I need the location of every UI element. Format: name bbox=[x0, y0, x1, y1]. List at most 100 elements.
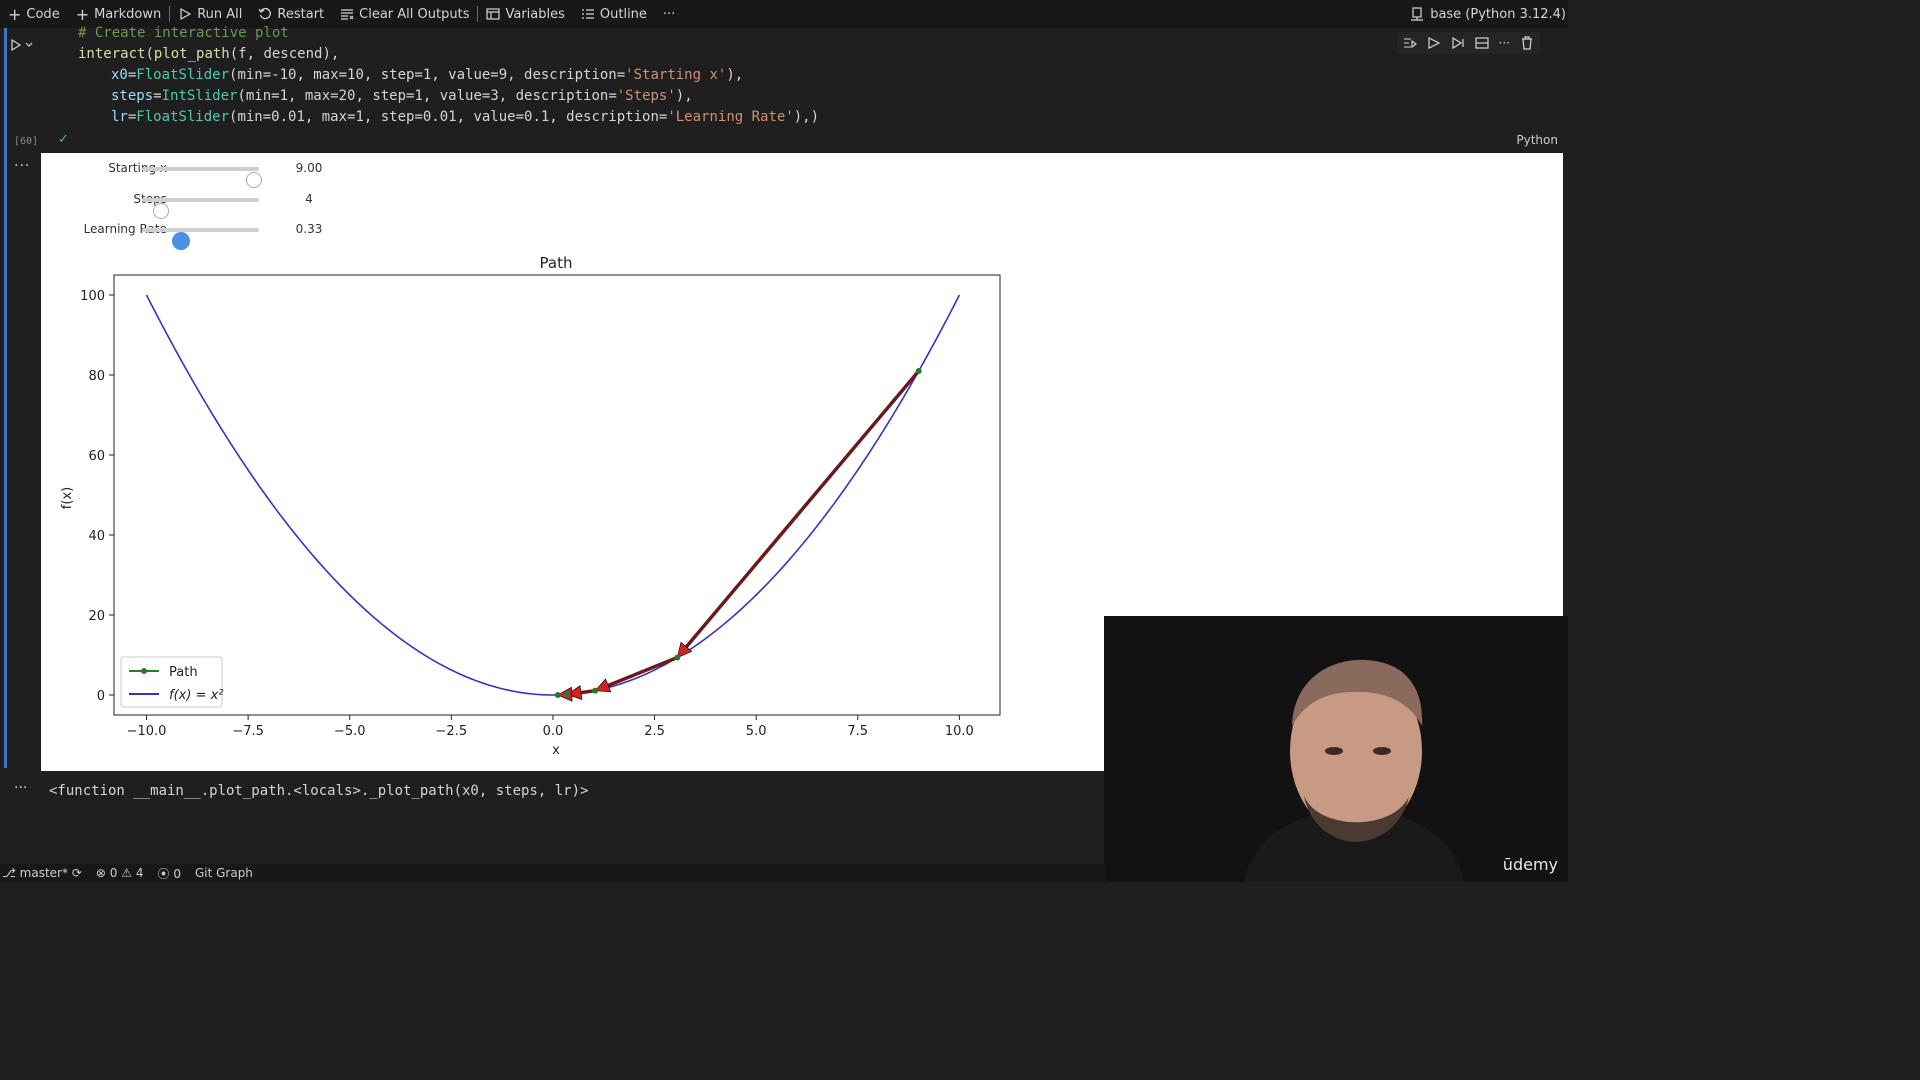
cell-toolbar: ··· bbox=[1396, 32, 1540, 54]
clear-all-outputs-button[interactable]: Clear All Outputs bbox=[332, 0, 477, 28]
x-axis-label: x bbox=[552, 743, 560, 758]
code-token: plot_path bbox=[153, 46, 230, 62]
kernel-picker[interactable]: base (Python 3.12.4) bbox=[1410, 0, 1566, 28]
x-tick-label: 10.0 bbox=[945, 724, 974, 739]
x-tick-label: 5.0 bbox=[746, 724, 767, 739]
function-repr-output: <function __main__.plot_path.<locals>._p… bbox=[49, 783, 589, 799]
steps-slider[interactable]: Steps 4 bbox=[41, 188, 341, 219]
run-by-line-icon[interactable] bbox=[1403, 36, 1417, 50]
x-tick-label: 0.0 bbox=[543, 724, 564, 739]
plus-icon: + bbox=[8, 4, 22, 24]
plus-icon: + bbox=[75, 4, 90, 24]
warning-icon: ⚠ bbox=[121, 866, 132, 880]
ports-count: 0 bbox=[173, 866, 181, 881]
kernel-icon bbox=[1411, 7, 1424, 21]
add-code-label: Code bbox=[26, 6, 60, 22]
list-icon bbox=[581, 9, 594, 19]
broadcast-icon: ⦿ bbox=[157, 866, 170, 881]
presenter-video bbox=[1104, 616, 1568, 882]
x-tick-label: 2.5 bbox=[644, 724, 665, 739]
clear-outputs-label: Clear All Outputs bbox=[359, 6, 470, 22]
learning-rate-slider[interactable]: Learning Rate 0.33 bbox=[41, 218, 341, 250]
run-all-button[interactable]: Run All bbox=[170, 0, 250, 28]
y-tick-label: 40 bbox=[88, 529, 105, 544]
code-token: (min=0.01, max=1, step=0.01, value=0.1, … bbox=[229, 109, 668, 125]
output-menu-icon[interactable]: ··· bbox=[14, 158, 30, 174]
starting-x-slider[interactable]: Starting x 9.00 bbox=[41, 157, 341, 188]
error-count: 0 bbox=[109, 866, 118, 880]
slider-track[interactable] bbox=[142, 228, 259, 250]
code-token: 'Steps' bbox=[616, 88, 676, 104]
cell-language[interactable]: Python bbox=[1516, 133, 1558, 147]
plot-frame bbox=[113, 274, 1001, 716]
split-cell-icon[interactable] bbox=[1474, 36, 1489, 50]
code-line-4: steps=IntSlider(min=1, max=20, step=1, v… bbox=[111, 88, 693, 104]
output-menu-icon[interactable]: ··· bbox=[14, 780, 27, 796]
run-cell-button[interactable] bbox=[10, 36, 40, 54]
variables-icon bbox=[486, 8, 501, 20]
warning-count: 4 bbox=[135, 866, 144, 880]
execution-count: [60] bbox=[14, 136, 39, 147]
slider-value[interactable]: 4 bbox=[289, 192, 329, 206]
code-token: ), bbox=[675, 88, 693, 104]
play-icon bbox=[11, 39, 22, 51]
more-cell-actions-icon[interactable]: ··· bbox=[1499, 36, 1510, 50]
slider-value[interactable]: 9.00 bbox=[289, 161, 329, 175]
code-token: steps bbox=[111, 88, 154, 104]
restart-button[interactable]: Restart bbox=[250, 0, 332, 28]
y-tick-label: 100 bbox=[80, 289, 105, 304]
slider-track[interactable] bbox=[142, 167, 263, 188]
code-token: ),) bbox=[793, 109, 820, 125]
x-tick-label: 7.5 bbox=[847, 724, 868, 739]
code-token: interact bbox=[78, 46, 146, 62]
code-token: 'Learning Rate' bbox=[667, 109, 794, 125]
path-point bbox=[674, 654, 681, 661]
add-code-button[interactable]: + Code bbox=[0, 0, 68, 28]
ports-indicator[interactable]: ⦿ 0 bbox=[157, 865, 180, 882]
chevron-down-icon[interactable] bbox=[25, 41, 33, 49]
restart-icon bbox=[258, 7, 272, 20]
outline-button[interactable]: Outline bbox=[573, 0, 655, 28]
problems-indicator[interactable]: ⊗ 0 ⚠ 4 bbox=[96, 866, 144, 880]
x-tick-label: −10.0 bbox=[127, 724, 167, 739]
code-comment: # Create interactive plot bbox=[78, 25, 289, 41]
add-markdown-label: Markdown bbox=[94, 6, 162, 22]
code-token: FloatSlider bbox=[136, 67, 230, 83]
legend-function-label: f(x) = x² bbox=[169, 688, 223, 703]
y-axis-label: f(x) bbox=[60, 487, 75, 509]
slider-value[interactable]: 0.33 bbox=[289, 222, 329, 236]
x-tick-label: −2.5 bbox=[436, 724, 468, 739]
path-point bbox=[915, 368, 922, 374]
legend-path-marker bbox=[141, 668, 147, 674]
legend-path-label: Path bbox=[169, 665, 198, 680]
code-editor[interactable]: # Create interactive plot interact(plot_… bbox=[44, 25, 1564, 150]
delete-cell-icon[interactable] bbox=[1520, 36, 1534, 50]
webcam-overlay: ūdemy bbox=[1104, 616, 1568, 882]
outline-label: Outline bbox=[599, 6, 647, 22]
code-token: ( bbox=[145, 46, 154, 62]
path-chart: Path x f(x) −10.0 −7.5 −5.0 −2.5 0.0 2.5 5.0 7.… bbox=[60, 254, 1001, 758]
run-all-label: Run All bbox=[197, 6, 243, 22]
success-check-icon: ✓ bbox=[58, 132, 69, 147]
code-token: 'Starting x' bbox=[625, 67, 727, 83]
git-branch[interactable]: ⎇ master* ⟳ bbox=[2, 866, 82, 880]
git-graph-button[interactable]: Git Graph bbox=[195, 866, 253, 880]
active-cell-indicator bbox=[4, 28, 7, 768]
sync-icon[interactable]: ⟳ bbox=[72, 866, 82, 880]
code-token: lr bbox=[111, 109, 128, 125]
execute-below-icon[interactable] bbox=[1451, 36, 1465, 50]
add-markdown-button[interactable]: + Markdown bbox=[68, 0, 170, 28]
more-actions-button[interactable]: ··· bbox=[655, 0, 683, 28]
path-point bbox=[592, 687, 599, 694]
code-token: = bbox=[153, 88, 162, 104]
slider-handle[interactable] bbox=[153, 203, 170, 219]
slider-handle[interactable] bbox=[246, 172, 263, 188]
code-token: (min=-10, max=10, step=1, value=9, descr… bbox=[229, 67, 626, 83]
variables-button[interactable]: Variables bbox=[478, 0, 572, 28]
code-line-1: # Create interactive plot bbox=[78, 25, 289, 41]
slider-track[interactable] bbox=[142, 198, 259, 219]
y-tick-label: 60 bbox=[88, 449, 105, 464]
y-tick-label: 20 bbox=[88, 609, 105, 624]
execute-above-icon[interactable] bbox=[1427, 36, 1441, 50]
code-token: x0 bbox=[111, 67, 128, 83]
